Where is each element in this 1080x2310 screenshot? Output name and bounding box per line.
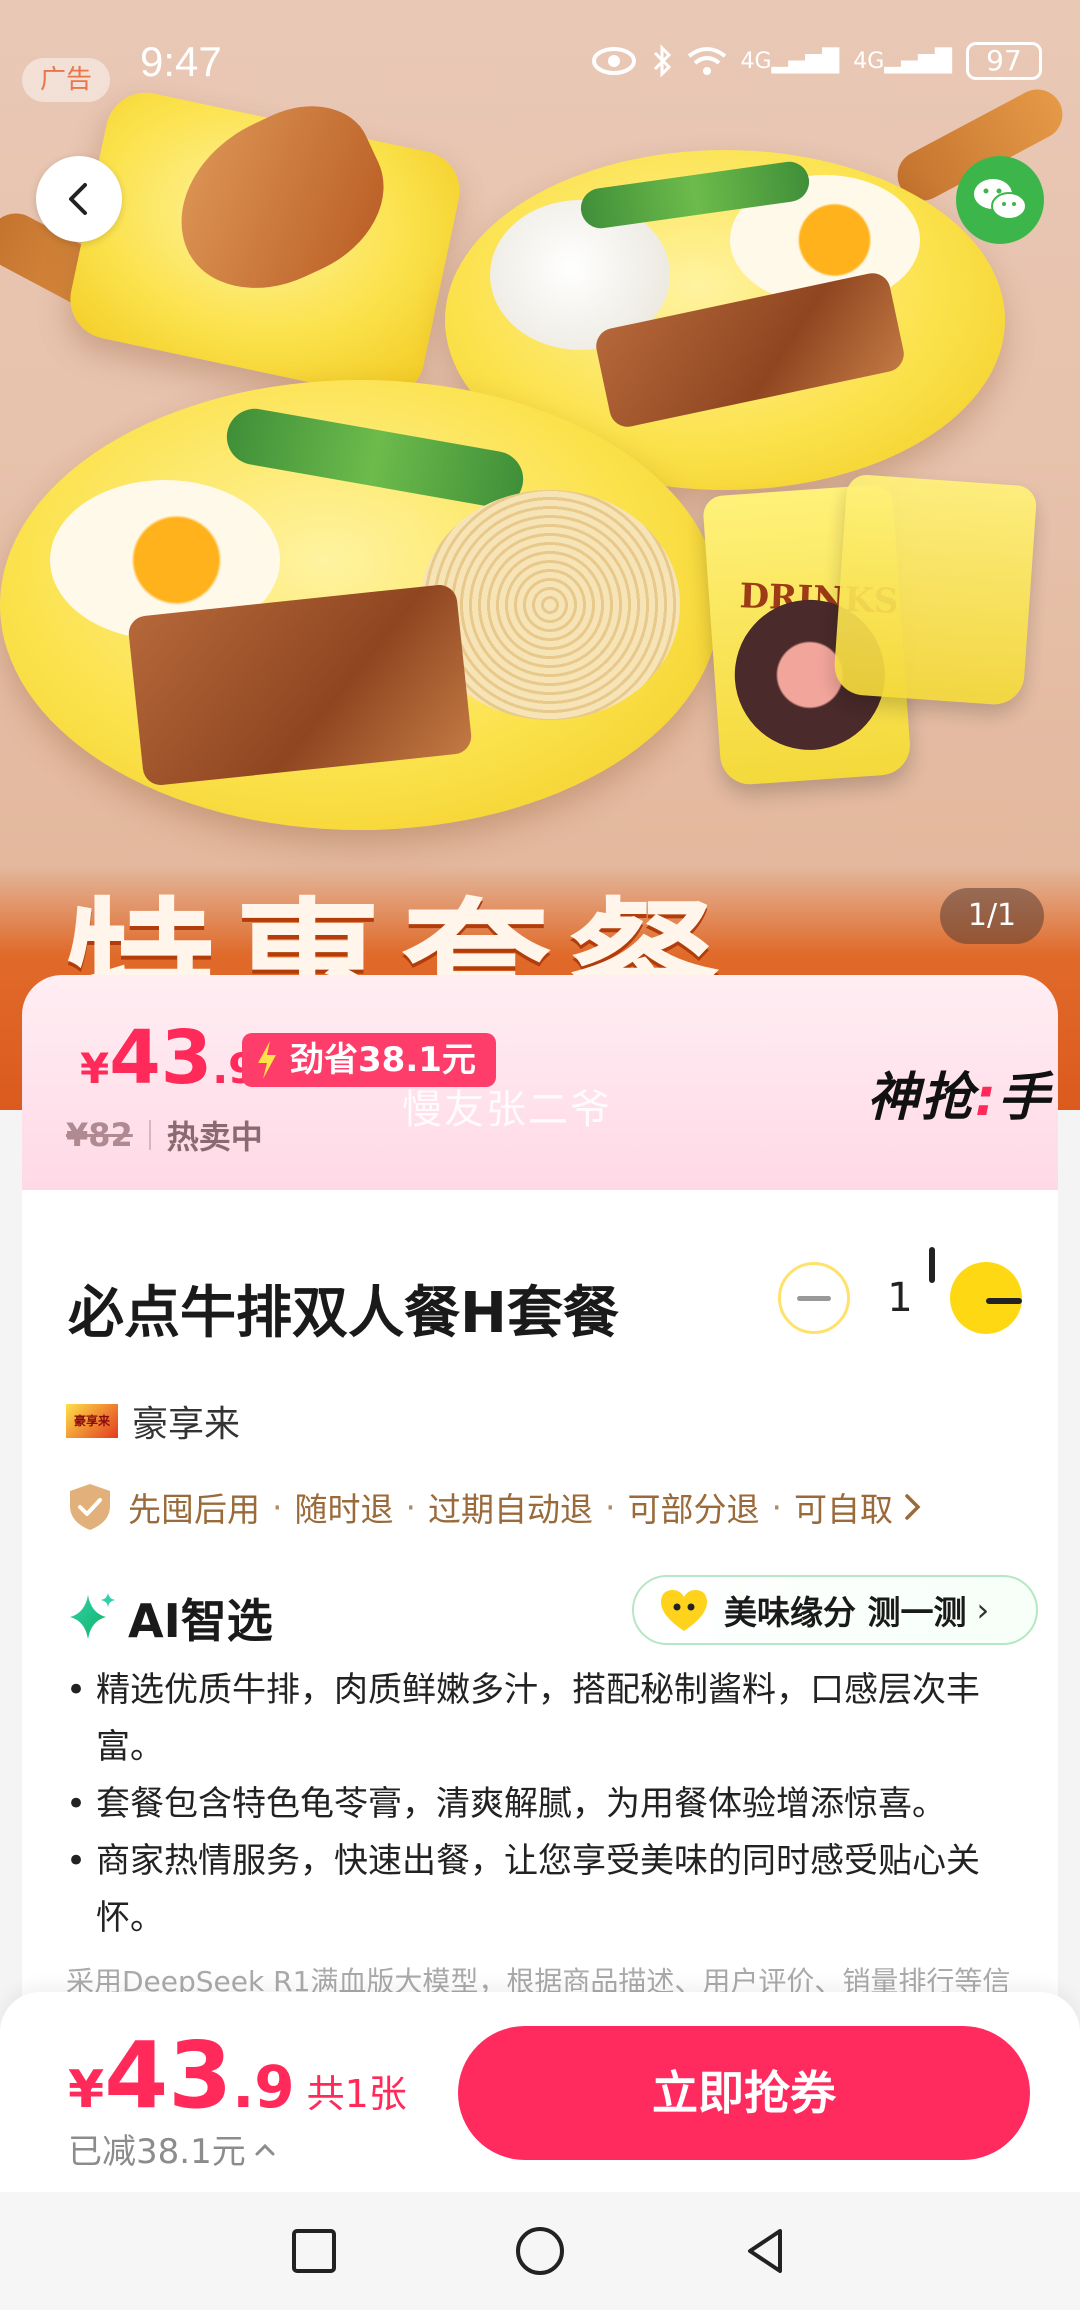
battery-icon: 97 (966, 42, 1042, 80)
total-integer: 43 (104, 2022, 233, 2129)
separator: · (272, 1487, 283, 1527)
guarantee-item: 可自取 (794, 1490, 893, 1529)
ai-summary-item: 商家热情服务，快速出餐，让您享受美味的同时感受贴心关怀。 (66, 1833, 1026, 1947)
wechat-icon (974, 179, 1027, 220)
guarantee-item: 先囤后用 (128, 1490, 260, 1529)
guarantee-item: 可部分退 (627, 1490, 760, 1529)
price-card: ¥ 43 .9 劲省38.1元 ¥82 热卖中 慢友张二爷 神抢:手 (22, 975, 1058, 1190)
eye-icon (591, 47, 636, 75)
bluetooth-icon (653, 44, 671, 78)
shop-row[interactable]: 豪享来 豪享来 (66, 1395, 240, 1447)
steak (127, 583, 473, 787)
separator: · (771, 1487, 783, 1527)
ai-summary-item: 精选优质牛排，肉质鲜嫩多汁，搭配秘制酱料，口感层次丰富。 (66, 1662, 1026, 1776)
guarantee-item: 过期自动退 (428, 1490, 593, 1529)
original-price: ¥82 (66, 1116, 133, 1154)
brand-logo-part: 神抢 (867, 1068, 976, 1128)
deal-price: ¥ 43 .9 (80, 1015, 257, 1101)
ai-summary-item: 套餐包含特色龟苓膏，清爽解腻，为用餐体验增添惊喜。 (66, 1776, 1026, 1833)
discount-amount: 已减38.1元 (68, 2132, 246, 2172)
currency-symbol: ¥ (80, 1044, 110, 1093)
signal-label: 4G (853, 48, 885, 74)
triangle-back-nav-icon[interactable] (738, 2223, 794, 2279)
shop-logo: 豪享来 (66, 1404, 118, 1438)
chevron-right-icon (905, 1494, 921, 1520)
back-arrow-icon (69, 183, 87, 215)
ai-section-title: AI智选 (128, 1594, 273, 1648)
square-nav-icon[interactable] (286, 2223, 342, 2279)
shield-check-icon (70, 1484, 110, 1530)
system-navigation-bar (0, 2192, 1080, 2310)
currency-symbol: ¥ (68, 2060, 105, 2120)
status-icons: 4G▂▄▆█ 4G▂▄▆█ 97 (591, 42, 1042, 80)
brand-logo: 神抢:手 (867, 1055, 1052, 1130)
hot-sale-label: 热卖中 (166, 1118, 263, 1156)
total-decimal: .9 (232, 2053, 295, 2121)
increase-button[interactable] (929, 1247, 1022, 1334)
chevron-right-icon: › (976, 1591, 990, 1629)
wifi-icon (687, 47, 726, 75)
grab-coupon-button[interactable]: 立即抢券 (458, 2026, 1030, 2160)
signal-icon: 4G▂▄▆█ (853, 48, 952, 74)
checkout-bar: ¥ 43 .9 共1张 已减38.1元 立即抢券 (0, 1992, 1080, 2192)
total-price: ¥ 43 .9 共1张 (68, 2022, 407, 2129)
quantity-value: 1 (887, 1275, 913, 1321)
chevron-up-icon (255, 2143, 275, 2155)
discount-detail-toggle[interactable]: 已减38.1元 (68, 2124, 276, 2173)
product-title: 必点牛排双人餐H套餐 (68, 1281, 619, 1346)
ad-tag: 广告 (22, 58, 110, 102)
back-button[interactable] (36, 156, 122, 242)
shop-name: 豪享来 (132, 1404, 241, 1445)
separator: · (405, 1487, 417, 1527)
product-details: 必点牛排双人餐H套餐 1 豪享来 豪享来 先囤后用 · 随时退 · 过期自动退 … (22, 1190, 1058, 2010)
heart-face-icon (660, 1590, 708, 1631)
guarantee-item: 随时退 (294, 1490, 394, 1529)
brand-logo-accent: : (975, 1068, 998, 1128)
taste-match-label: 美味缘分 测一测 (724, 1593, 967, 1632)
decrease-button[interactable] (778, 1262, 850, 1334)
wechat-share-button[interactable] (956, 156, 1044, 244)
bolt-icon (258, 1041, 276, 1079)
signal-icon: 4G▂▄▆█ (740, 48, 840, 74)
divider (148, 1120, 151, 1150)
original-price-row: ¥82 热卖中 (66, 1112, 263, 1158)
clock: 9:47 (140, 38, 222, 85)
guarantee-row[interactable]: 先囤后用 · 随时退 · 过期自动退 · 可部分退 · 可自取 (66, 1482, 925, 1532)
watermark: 慢友张二爷 (402, 1087, 612, 1133)
status-bar: 广告 9:47 4G▂▄▆█ 4G▂▄▆█ 97 (0, 0, 1080, 120)
hero-banner-image[interactable]: DRINKS 特惠套餐 1/1 (0, 0, 1080, 1110)
sparkle-icon (70, 1593, 115, 1639)
quantity-stepper: 1 (778, 1247, 1022, 1334)
drink-pouch (832, 473, 1038, 707)
circle-nav-icon[interactable] (512, 2223, 568, 2279)
price-integer: 43 (109, 1015, 213, 1101)
savings-text: 劲省38.1元 (290, 1040, 476, 1080)
separator: · (605, 1487, 616, 1527)
minus-icon (797, 1295, 831, 1301)
voucher-count: 共1张 (306, 2072, 407, 2116)
image-pager: 1/1 (940, 888, 1044, 944)
ai-section-header: AI智选 美味缘分 测一测 › (66, 1575, 1066, 1655)
brand-logo-part: 手 (997, 1068, 1052, 1128)
ai-summary-list: 精选优质牛排，肉质鲜嫩多汁，搭配秘制酱料，口感层次丰富。 套餐包含特色龟苓膏，清… (66, 1662, 1026, 1947)
taste-match-button[interactable]: 美味缘分 测一测 › (632, 1575, 1038, 1645)
signal-label: 4G (740, 48, 772, 74)
